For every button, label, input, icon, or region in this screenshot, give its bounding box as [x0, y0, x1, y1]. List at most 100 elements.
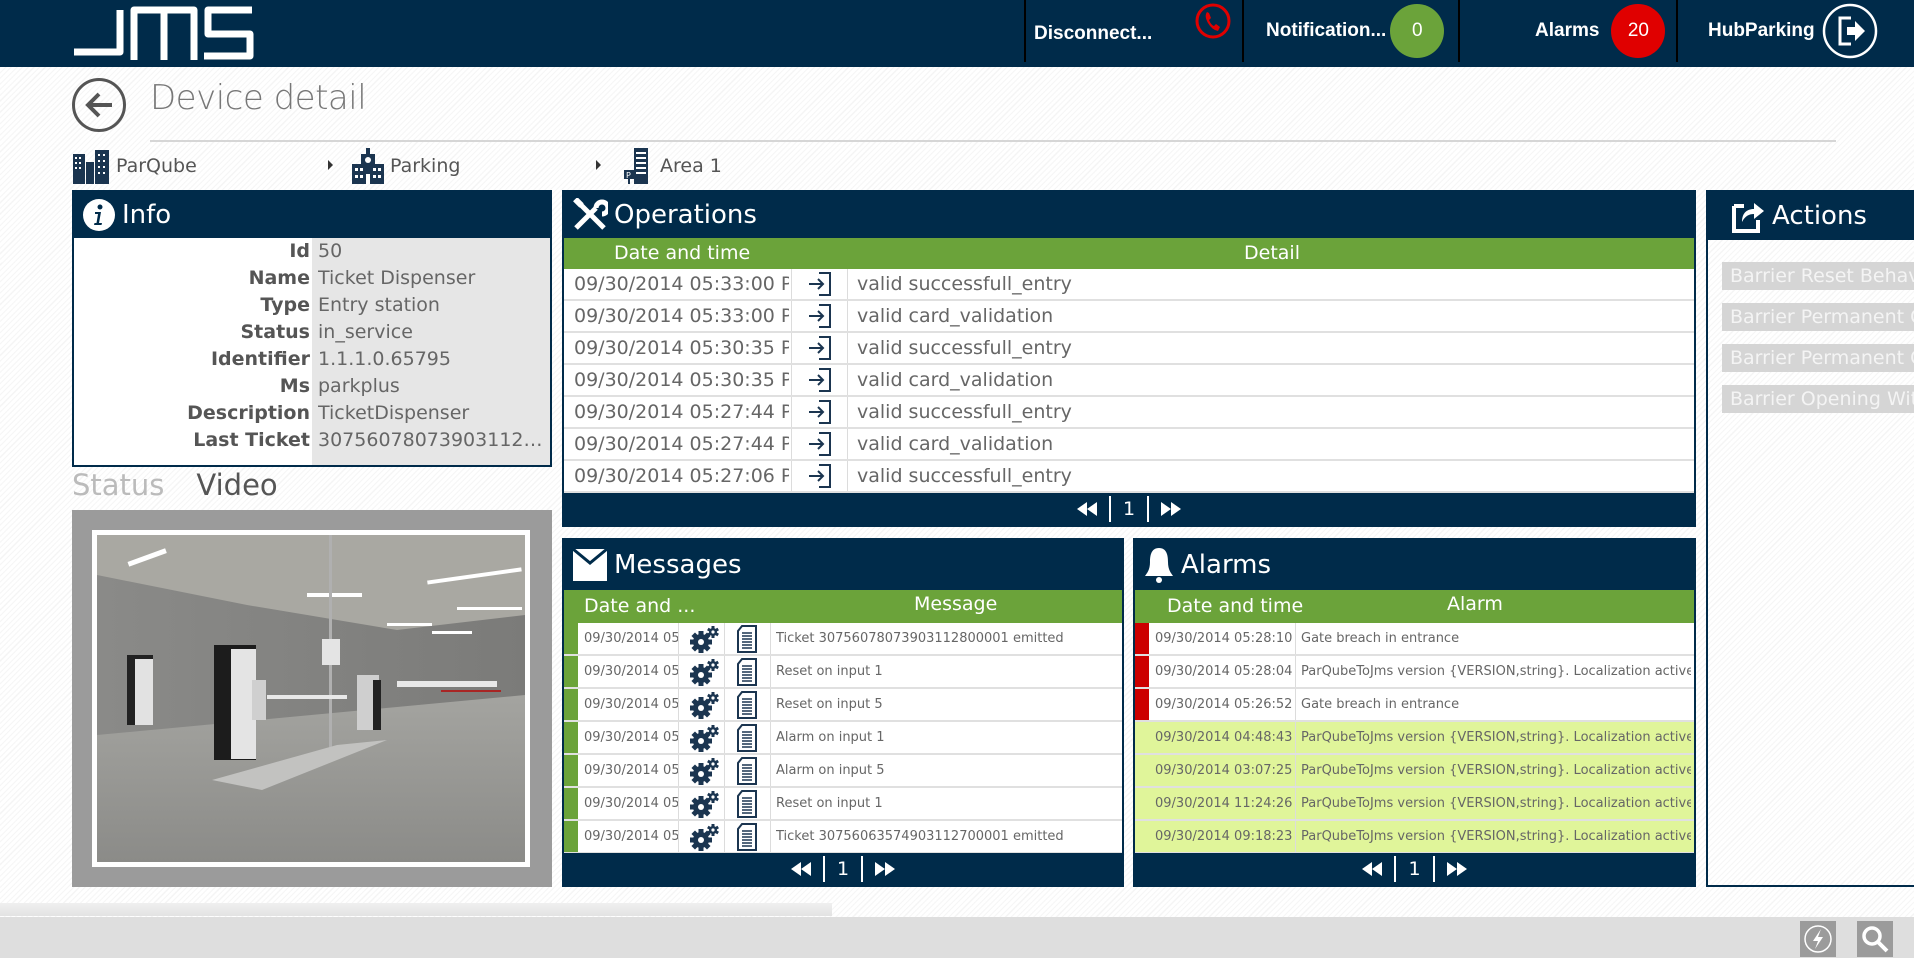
operation-row[interactable]: 09/30/2014 05:27:06 P... valid successful… [564, 461, 1694, 493]
operations-table-body: 09/30/2014 05:33:00 P... valid successful… [564, 269, 1694, 493]
alarm-row[interactable]: 09/30/2014 05:28:04 P... ParQubeToJms ver… [1135, 656, 1694, 689]
operation-row[interactable]: 09/30/2014 05:27:44 P... valid successful… [564, 397, 1694, 429]
alarm-row[interactable]: 09/30/2014 11:24:26 A... ParQubeToJms ver… [1135, 788, 1694, 821]
breadcrumb-item-parking[interactable]: Parking [350, 146, 460, 186]
message-row[interactable]: 09/30/2014 05.. Reset on input 1 [564, 656, 1122, 689]
message-type [736, 755, 766, 786]
alarm-severity-indicator [1135, 689, 1149, 720]
alarm-row[interactable]: 09/30/2014 04:48:43 P... ParQubeToJms ver… [1135, 722, 1694, 755]
previous-page-button[interactable] [790, 862, 811, 876]
operation-row[interactable]: 09/30/2014 05:27:44 P... valid card_valid… [564, 429, 1694, 461]
next-page-button[interactable] [875, 862, 896, 876]
document-icon [737, 723, 757, 752]
next-page-button[interactable] [1446, 862, 1467, 876]
notifications-label: Notification... [1266, 20, 1387, 41]
operation-detail: valid successfull_entry [857, 337, 1072, 359]
column-header-date-time[interactable]: Date and time [1167, 595, 1303, 617]
back-arrow-icon [85, 92, 112, 118]
alarm-row[interactable]: 09/30/2014 05:26:52 P... Gate breach in e… [1135, 689, 1694, 722]
operation-datetime: 09/30/2014 05:30:35 P... [574, 337, 789, 359]
alarm-datetime: 09/30/2014 05:26:52 P... [1155, 697, 1295, 712]
alarm-text: ParQubeToJms version {VERSION,string}. L… [1301, 730, 1691, 745]
document-icon [737, 657, 757, 686]
alarm-datetime: 09/30/2014 11:24:26 A... [1155, 796, 1295, 811]
breadcrumb-item-area-1[interactable]: P Area 1 [622, 146, 722, 186]
operation-row[interactable]: 09/30/2014 05:30:35 P... valid successful… [564, 333, 1694, 365]
alarm-text: ParQubeToJms version {VERSION,string}. L… [1301, 664, 1691, 679]
share-action-icon [1732, 203, 1764, 233]
operation-detail: valid successfull_entry [857, 401, 1072, 423]
action-barrier-opening-without-button[interactable]: Barrier Opening Without [1722, 385, 1914, 413]
user-menu[interactable]: HubParking [1708, 0, 1879, 62]
alarm-severity-indicator [1135, 722, 1149, 753]
school-building-icon [352, 148, 384, 184]
video-frame[interactable] [92, 530, 530, 867]
alarm-severity-indicator [1135, 755, 1149, 786]
alarm-severity-indicator [1135, 821, 1149, 852]
message-row[interactable]: 09/30/2014 05.. Ticket 307560635749031127… [564, 821, 1122, 854]
breadcrumb-separator-icon [596, 160, 601, 170]
operation-row[interactable]: 09/30/2014 05:33:00 P... valid card_valid… [564, 301, 1694, 333]
notifications-button[interactable]: Notification... 0 [1266, 0, 1445, 62]
message-datetime: 09/30/2014 05.. [584, 664, 678, 679]
message-row[interactable]: 09/30/2014 05.. Ticket 307560780739031128… [564, 623, 1122, 656]
alarm-datetime: 09/30/2014 05:28:04 P... [1155, 664, 1295, 679]
rewind-icon [1362, 862, 1383, 876]
operation-type [807, 397, 837, 427]
alarms-button[interactable]: Alarms 20 [1535, 0, 1666, 62]
fast-forward-icon [1161, 502, 1182, 516]
next-page-button[interactable] [1161, 502, 1182, 516]
column-header-date-time[interactable]: Date and time [614, 242, 750, 264]
buildings-icon [73, 150, 109, 184]
message-status-indicator [564, 788, 578, 819]
message-source [690, 722, 724, 753]
header-divider [1676, 0, 1678, 62]
info-value: in_service [318, 321, 413, 343]
message-row[interactable]: 09/30/2014 05.. Alarm on input 1 [564, 722, 1122, 755]
alarm-row[interactable]: 09/30/2014 05:28:10 P... Gate breach in e… [1135, 623, 1694, 656]
alarm-text: ParQubeToJms version {VERSION,string}. L… [1301, 763, 1691, 778]
page-title: Device detail [150, 78, 367, 118]
operation-type [807, 333, 837, 363]
breadcrumb-item-parqube[interactable]: ParQube [72, 146, 197, 186]
action-barrier-permanent-open-button[interactable]: Barrier Permanent Open [1722, 303, 1914, 331]
alarm-text: ParQubeToJms version {VERSION,string}. L… [1301, 829, 1691, 844]
previous-page-button[interactable] [1362, 862, 1383, 876]
tab-video[interactable]: Video [196, 468, 277, 508]
tab-status[interactable]: Status [72, 468, 164, 508]
alarm-row[interactable]: 09/30/2014 09:18:23 A... ParQubeToJms ver… [1135, 821, 1694, 854]
breadcrumb-label: ParQube [116, 155, 197, 177]
message-text: Reset on input 1 [776, 664, 883, 679]
search-button[interactable] [1857, 921, 1893, 957]
flash-button[interactable] [1800, 921, 1836, 957]
operation-datetime: 09/30/2014 05:27:06 P... [574, 465, 789, 487]
message-row[interactable]: 09/30/2014 05.. Reset on input 1 [564, 788, 1122, 821]
info-value: Entry station [318, 294, 440, 316]
back-button[interactable] [72, 78, 126, 132]
column-header-message[interactable]: Message [914, 593, 997, 615]
message-row[interactable]: 09/30/2014 05.. Alarm on input 5 [564, 755, 1122, 788]
logout-icon[interactable] [1821, 2, 1879, 60]
alarm-text: Gate breach in entrance [1301, 631, 1460, 646]
messages-pager: 1 [564, 853, 1122, 885]
entry-icon [809, 336, 831, 360]
alarm-row[interactable]: 09/30/2014 03:07:25 P... ParQubeToJms ver… [1135, 755, 1694, 788]
info-table: Id 50 Name Ticket Dispenser Type Entry stat… [74, 238, 550, 465]
message-row[interactable]: 09/30/2014 05.. Reset on input 5 [564, 689, 1122, 722]
message-source [690, 788, 724, 819]
operation-row[interactable]: 09/30/2014 05:33:00 P... valid successful… [564, 269, 1694, 301]
message-datetime: 09/30/2014 05.. [584, 697, 678, 712]
scroll-strip [0, 903, 832, 916]
action-barrier-permanent-close-button[interactable]: Barrier Permanent Close [1722, 344, 1914, 372]
current-page: 1 [836, 858, 850, 880]
operation-row[interactable]: 09/30/2014 05:30:35 P... valid card_valid… [564, 365, 1694, 397]
column-header-detail[interactable]: Detail [1244, 242, 1300, 264]
message-text: Alarm on input 1 [776, 730, 885, 745]
column-header-date-time[interactable]: Date and ... [584, 595, 695, 617]
action-barrier-reset-behavior-button[interactable]: Barrier Reset Behavior [1722, 262, 1914, 290]
info-value: 50 [318, 240, 343, 262]
message-datetime: 09/30/2014 05.. [584, 829, 678, 844]
previous-page-button[interactable] [1076, 502, 1097, 516]
message-source [690, 656, 724, 687]
column-header-alarm[interactable]: Alarm [1447, 593, 1503, 615]
